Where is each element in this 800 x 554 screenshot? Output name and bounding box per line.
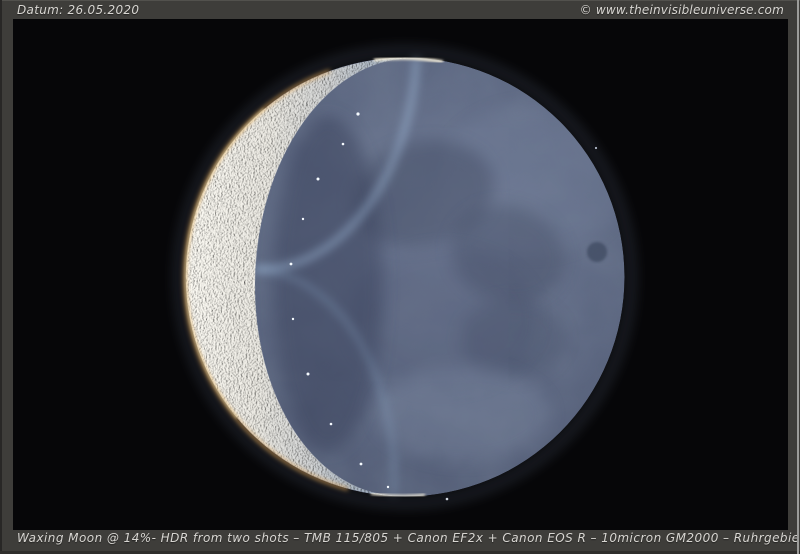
moon-image — [13, 19, 788, 530]
copyright-watermark: © www.theinvisibleuniverse.com — [580, 3, 784, 18]
framed-astrophoto: Datum: 26.05.2020 © www.theinvisibleuniv… — [0, 0, 800, 554]
frame-edge-top — [0, 0, 800, 1]
frame-edge-highlight — [797, 0, 799, 554]
star-point — [595, 147, 597, 149]
dark-crater-spot — [587, 242, 607, 262]
photo-caption: Waxing Moon @ 14%- HDR from two shots – … — [17, 531, 800, 546]
moon-photograph — [13, 19, 788, 530]
date-label: Datum: 26.05.2020 — [17, 3, 139, 18]
tycho-ray-region — [375, 366, 551, 462]
frame-edge-left — [0, 0, 2, 554]
star-point — [446, 498, 449, 501]
